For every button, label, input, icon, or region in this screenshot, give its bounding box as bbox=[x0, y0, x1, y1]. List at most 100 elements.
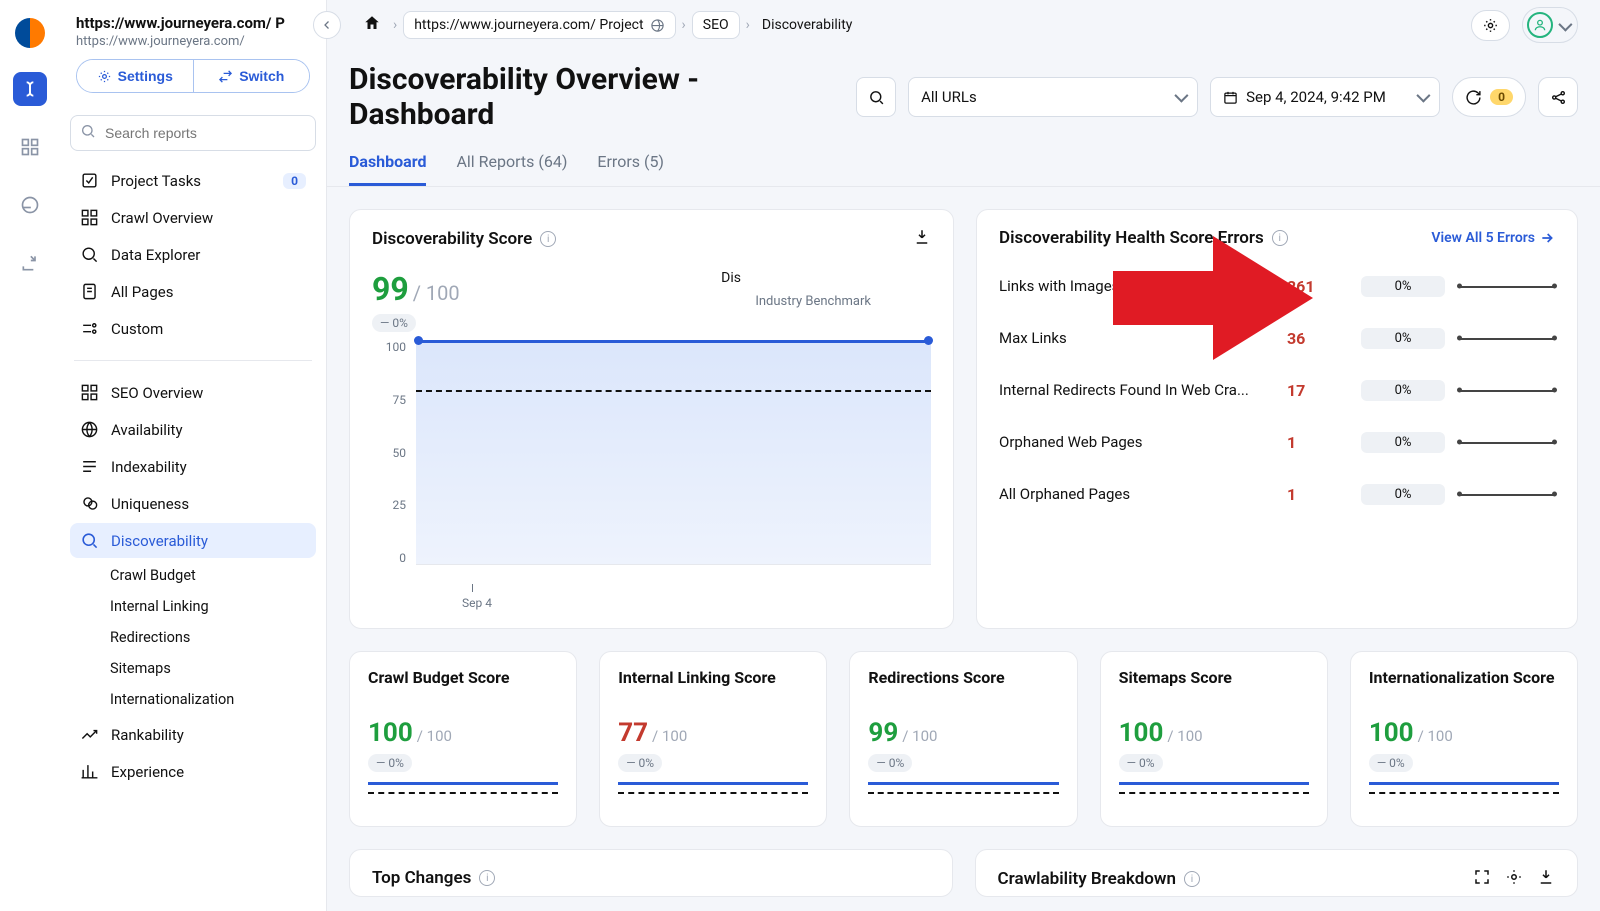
mini-score-card[interactable]: Internal Linking Score 77 / 100 — 0% bbox=[599, 651, 827, 827]
tab-dashboard[interactable]: Dashboard bbox=[349, 152, 426, 186]
info-icon[interactable]: i bbox=[1272, 230, 1288, 246]
error-row[interactable]: Links with Images Missing Alt Tags 261 0… bbox=[999, 274, 1555, 298]
search-input[interactable] bbox=[70, 115, 316, 151]
account-menu[interactable] bbox=[1522, 7, 1578, 43]
info-icon[interactable]: i bbox=[479, 870, 495, 886]
mini-score-card[interactable]: Redirections Score 99 / 100 — 0% bbox=[849, 651, 1077, 827]
error-pct: 0% bbox=[1361, 328, 1445, 349]
error-row[interactable]: Max Links 36 0% bbox=[999, 326, 1555, 350]
view-all-errors-link[interactable]: View All 5 Errors bbox=[1431, 230, 1555, 246]
mini-score-card[interactable]: Sitemaps Score 100 / 100 — 0% bbox=[1100, 651, 1328, 827]
tasks-badge: 0 bbox=[283, 173, 306, 189]
settings-button[interactable]: Settings bbox=[77, 60, 194, 92]
benchmark-label: Industry Benchmark bbox=[755, 294, 871, 309]
sidebar-nav: Project Tasks 0 Crawl Overview Data Expl… bbox=[70, 163, 316, 789]
nav-availability[interactable]: Availability bbox=[70, 412, 316, 447]
error-row[interactable]: Orphaned Web Pages 1 0% bbox=[999, 430, 1555, 454]
mini-score-delta: — 0% bbox=[1119, 754, 1163, 772]
tab-all-reports[interactable]: All Reports (64) bbox=[456, 152, 567, 186]
switch-button[interactable]: Switch bbox=[194, 60, 310, 92]
discoverability-subnav: Crawl Budget Internal Linking Redirectio… bbox=[70, 560, 316, 715]
error-row[interactable]: All Orphaned Pages 1 0% bbox=[999, 482, 1555, 506]
data-point bbox=[924, 336, 933, 345]
tabs: Dashboard All Reports (64) Errors (5) bbox=[327, 138, 1600, 187]
crumb-home-icon[interactable] bbox=[357, 10, 387, 40]
score-denom: / 100 bbox=[413, 281, 460, 305]
mini-score-card[interactable]: Internationalization Score 100 / 100 — 0… bbox=[1350, 651, 1578, 827]
score-series-line bbox=[416, 340, 931, 343]
icon-rail bbox=[0, 0, 60, 911]
nav-uniqueness[interactable]: Uniqueness bbox=[70, 486, 316, 521]
mini-sparkline bbox=[1369, 782, 1559, 814]
subnav-internal-linking[interactable]: Internal Linking bbox=[104, 591, 316, 622]
app-logo bbox=[15, 18, 45, 48]
tab-errors[interactable]: Errors (5) bbox=[597, 152, 664, 186]
error-row[interactable]: Internal Redirects Found In Web Cra... 1… bbox=[999, 378, 1555, 402]
expand-icon[interactable] bbox=[1473, 868, 1491, 890]
rail-export-icon[interactable] bbox=[13, 246, 47, 280]
error-count: 1 bbox=[1287, 485, 1347, 504]
rail-grid-icon[interactable] bbox=[13, 130, 47, 164]
share-button[interactable] bbox=[1538, 77, 1578, 117]
mini-sparkline bbox=[618, 782, 808, 814]
error-pct: 0% bbox=[1361, 432, 1445, 453]
url-filter-dropdown[interactable]: All URLs bbox=[908, 77, 1198, 117]
crumb-leaf: Discoverability bbox=[756, 13, 859, 37]
mini-score-title: Redirections Score bbox=[868, 668, 1058, 710]
mini-score-denom: / 100 bbox=[902, 727, 937, 745]
top-changes-title: Top Changes bbox=[372, 868, 471, 888]
error-name: All Orphaned Pages bbox=[999, 485, 1273, 503]
collapse-sidebar-icon[interactable] bbox=[313, 11, 341, 39]
search-icon bbox=[80, 123, 96, 143]
settings-icon[interactable] bbox=[1505, 868, 1523, 890]
error-sparkline bbox=[1459, 430, 1555, 454]
error-sparkline bbox=[1459, 378, 1555, 402]
nav-indexability[interactable]: Indexability bbox=[70, 449, 316, 484]
crumb-seo[interactable]: SEO bbox=[692, 11, 740, 39]
benchmark-line bbox=[416, 390, 931, 392]
refresh-button[interactable]: 0 bbox=[1452, 77, 1526, 117]
topbar: › https://www.journeyera.com/ Project › … bbox=[327, 0, 1600, 50]
mini-score-value: 100 bbox=[1369, 718, 1414, 748]
cards-container: Discoverability Score i 99 / 100 Dis Ind… bbox=[327, 187, 1600, 911]
subnav-redirections[interactable]: Redirections bbox=[104, 622, 316, 653]
subnav-crawl-budget[interactable]: Crawl Budget bbox=[104, 560, 316, 591]
health-score-errors-card: Discoverability Health Score Errors i Vi… bbox=[976, 209, 1578, 629]
mini-score-delta: — 0% bbox=[368, 754, 412, 772]
subnav-internationalization[interactable]: Internationalization bbox=[104, 684, 316, 715]
breadcrumbs: › https://www.journeyera.com/ Project › … bbox=[357, 10, 858, 40]
nav-project-tasks[interactable]: Project Tasks 0 bbox=[70, 163, 316, 198]
nav-crawl-overview[interactable]: Crawl Overview bbox=[70, 200, 316, 235]
nav-seo-overview[interactable]: SEO Overview bbox=[70, 375, 316, 410]
rail-projects-icon[interactable] bbox=[13, 72, 47, 106]
download-icon[interactable] bbox=[1537, 868, 1555, 890]
mini-score-card[interactable]: Crawl Budget Score 100 / 100 — 0% bbox=[349, 651, 577, 827]
download-icon[interactable] bbox=[913, 228, 931, 250]
project-header: https://www.journeyera.com/ P https://ww… bbox=[70, 14, 316, 101]
mini-score-value: 100 bbox=[368, 718, 413, 748]
subnav-sitemaps[interactable]: Sitemaps bbox=[104, 653, 316, 684]
mini-sparkline bbox=[1119, 782, 1309, 814]
topbar-settings-icon[interactable] bbox=[1471, 10, 1510, 41]
crumb-project[interactable]: https://www.journeyera.com/ Project bbox=[403, 11, 675, 39]
nav-custom[interactable]: Custom bbox=[70, 311, 316, 346]
date-filter-dropdown[interactable]: Sep 4, 2024, 9:42 PM bbox=[1210, 77, 1440, 117]
nav-discoverability[interactable]: Discoverability bbox=[70, 523, 316, 558]
mini-score-delta: — 0% bbox=[868, 754, 912, 772]
score-chart: 100 75 50 25 0 bbox=[372, 340, 931, 610]
mini-score-value: 100 bbox=[1119, 718, 1164, 748]
info-icon[interactable]: i bbox=[540, 231, 556, 247]
info-icon[interactable]: i bbox=[1184, 871, 1200, 887]
mini-score-title: Internationalization Score bbox=[1369, 668, 1559, 710]
nav-data-explorer[interactable]: Data Explorer bbox=[70, 237, 316, 272]
nav-all-pages[interactable]: All Pages bbox=[70, 274, 316, 309]
nav-rankability[interactable]: Rankability bbox=[70, 717, 316, 752]
mini-score-value: 99 bbox=[868, 718, 898, 748]
rail-globe-icon[interactable] bbox=[13, 188, 47, 222]
score-card-title: Discoverability Score bbox=[372, 229, 532, 249]
error-sparkline bbox=[1459, 326, 1555, 350]
error-pct: 0% bbox=[1361, 484, 1445, 505]
refresh-count-badge: 0 bbox=[1490, 89, 1513, 105]
page-search-button[interactable] bbox=[856, 77, 896, 117]
nav-experience[interactable]: Experience bbox=[70, 754, 316, 789]
